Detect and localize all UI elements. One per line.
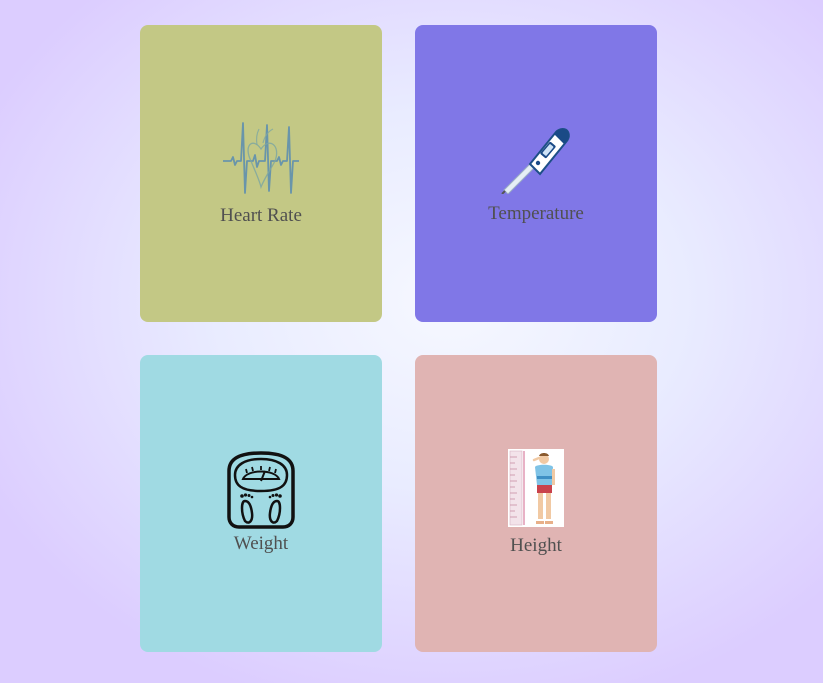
temperature-label: Temperature (488, 203, 584, 224)
heart-rate-card[interactable]: Heart Rate (140, 25, 382, 322)
thermometer-icon (501, 128, 570, 194)
heart-rate-icon (223, 122, 299, 194)
height-chart-icon (508, 449, 564, 527)
temperature-card[interactable]: Temperature (415, 25, 657, 322)
weighing-scale-icon (227, 451, 295, 529)
weight-card[interactable]: Weight (140, 355, 382, 652)
weight-label: Weight (233, 533, 289, 554)
height-label: Height (510, 535, 562, 556)
heart-rate-label: Heart Rate (220, 205, 302, 226)
height-card[interactable]: Height (415, 355, 657, 652)
